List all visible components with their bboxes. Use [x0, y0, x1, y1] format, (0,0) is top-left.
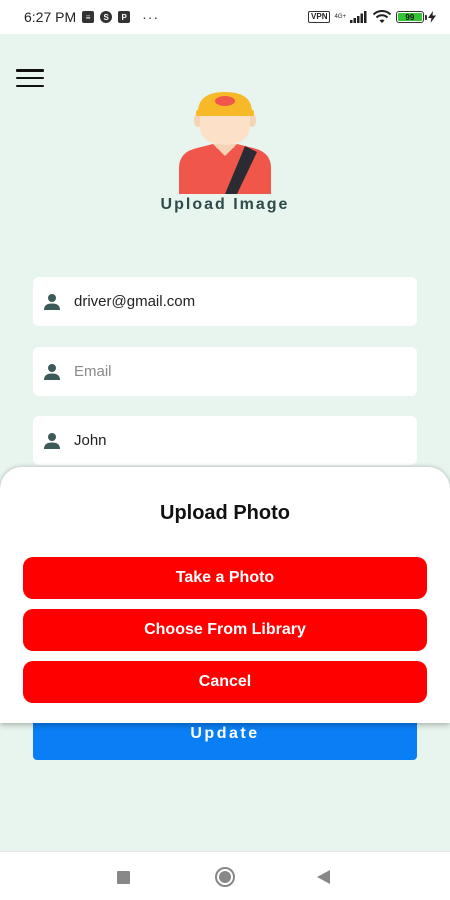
battery-level: 99 — [405, 12, 415, 22]
profile-screen: Upload Image Update — [0, 34, 450, 851]
charging-icon — [428, 11, 436, 23]
back-icon[interactable] — [317, 870, 330, 884]
status-time: 6:27 PM — [24, 9, 77, 25]
email-input[interactable] — [74, 363, 374, 380]
name-input[interactable] — [74, 432, 374, 449]
choose-from-library-button[interactable]: Choose From Library — [23, 609, 427, 651]
upload-image-label[interactable]: Upload Image — [0, 196, 450, 214]
news-icon: ≡ — [82, 11, 95, 23]
s-app-icon: S — [100, 11, 113, 23]
status-left: 6:27 PM ≡ S P ··· — [24, 9, 159, 25]
sheet-title: Upload Photo — [160, 502, 290, 524]
username-input[interactable] — [74, 293, 374, 310]
person-icon — [44, 432, 60, 449]
status-right: VPN 4G+ 99 — [308, 10, 436, 24]
take-photo-button[interactable]: Take a Photo — [23, 557, 427, 599]
status-bar: 6:27 PM ≡ S P ··· VPN 4G+ 99 — [0, 0, 450, 34]
network-type: 4G+ — [334, 14, 346, 21]
cancel-button[interactable]: Cancel — [23, 661, 427, 703]
p-app-icon: P — [118, 11, 131, 23]
email-field[interactable] — [33, 347, 417, 396]
vpn-badge: VPN — [308, 11, 331, 23]
recents-icon[interactable] — [117, 871, 130, 884]
more-notifications-icon: ··· — [142, 9, 160, 25]
wifi-icon — [372, 10, 392, 23]
name-field[interactable] — [33, 416, 417, 465]
network-type-label: 4G+ — [334, 13, 346, 20]
person-icon — [44, 293, 60, 310]
upload-photo-sheet: Upload Photo Take a Photo Choose From Li… — [0, 467, 450, 723]
battery-fill: 99 — [398, 12, 422, 22]
signal-icon — [350, 11, 367, 23]
home-icon[interactable] — [215, 867, 235, 887]
battery-icon: 99 — [396, 11, 427, 23]
system-nav-bar — [0, 851, 450, 900]
menu-icon[interactable] — [16, 69, 44, 87]
person-icon — [44, 363, 60, 380]
driver-avatar[interactable] — [175, 90, 275, 196]
username-field[interactable] — [33, 277, 417, 326]
